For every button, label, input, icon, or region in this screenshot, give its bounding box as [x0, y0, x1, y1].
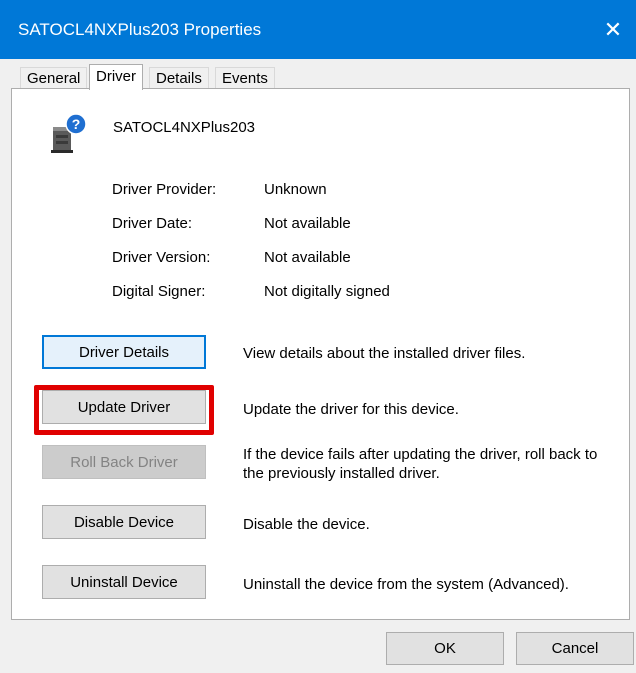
tab-general[interactable]: General: [20, 67, 88, 88]
roll-back-driver-button: Roll Back Driver: [42, 445, 206, 479]
update-driver-button[interactable]: Update Driver: [42, 390, 206, 424]
close-button[interactable]: ✕: [590, 0, 636, 59]
tab-events[interactable]: Events: [215, 67, 275, 88]
tab-driver[interactable]: Driver: [89, 64, 143, 90]
uninstall-device-button[interactable]: Uninstall Device: [42, 565, 206, 599]
driver-date-value: Not available: [264, 215, 351, 232]
roll-back-driver-description: If the device fails after updating the d…: [243, 446, 598, 482]
device-name: SATOCL4NXPlus203: [113, 119, 256, 136]
driver-provider-label: Driver Provider:: [112, 181, 217, 198]
driver-tab-panel: ? SATOCL4NXPlus203 Driver Provider: Unkn…: [11, 88, 630, 620]
disable-device-description: Disable the device.: [243, 516, 370, 533]
driver-provider-value: Unknown: [264, 181, 327, 198]
tab-details[interactable]: Details: [149, 67, 209, 88]
unknown-device-icon: ?: [51, 113, 87, 153]
window-title: SATOCL4NXPlus203 Properties: [18, 20, 262, 39]
uninstall-device-description: Uninstall the device from the system (Ad…: [243, 576, 569, 593]
driver-version-label: Driver Version:: [112, 249, 211, 266]
driver-details-button[interactable]: Driver Details: [42, 335, 206, 369]
cancel-button[interactable]: Cancel: [516, 632, 634, 665]
title-bar: SATOCL4NXPlus203 Properties ✕: [0, 0, 636, 59]
driver-version-value: Not available: [264, 249, 351, 266]
ok-button[interactable]: OK: [386, 632, 504, 665]
driver-date-label: Driver Date:: [112, 215, 193, 232]
digital-signer-value: Not digitally signed: [264, 283, 390, 300]
close-icon: ✕: [603, 16, 623, 42]
svg-text:?: ?: [72, 116, 81, 132]
update-driver-description: Update the driver for this device.: [243, 401, 459, 418]
digital-signer-label: Digital Signer:: [112, 283, 206, 300]
driver-details-description: View details about the installed driver …: [243, 345, 526, 362]
disable-device-button[interactable]: Disable Device: [42, 505, 206, 539]
